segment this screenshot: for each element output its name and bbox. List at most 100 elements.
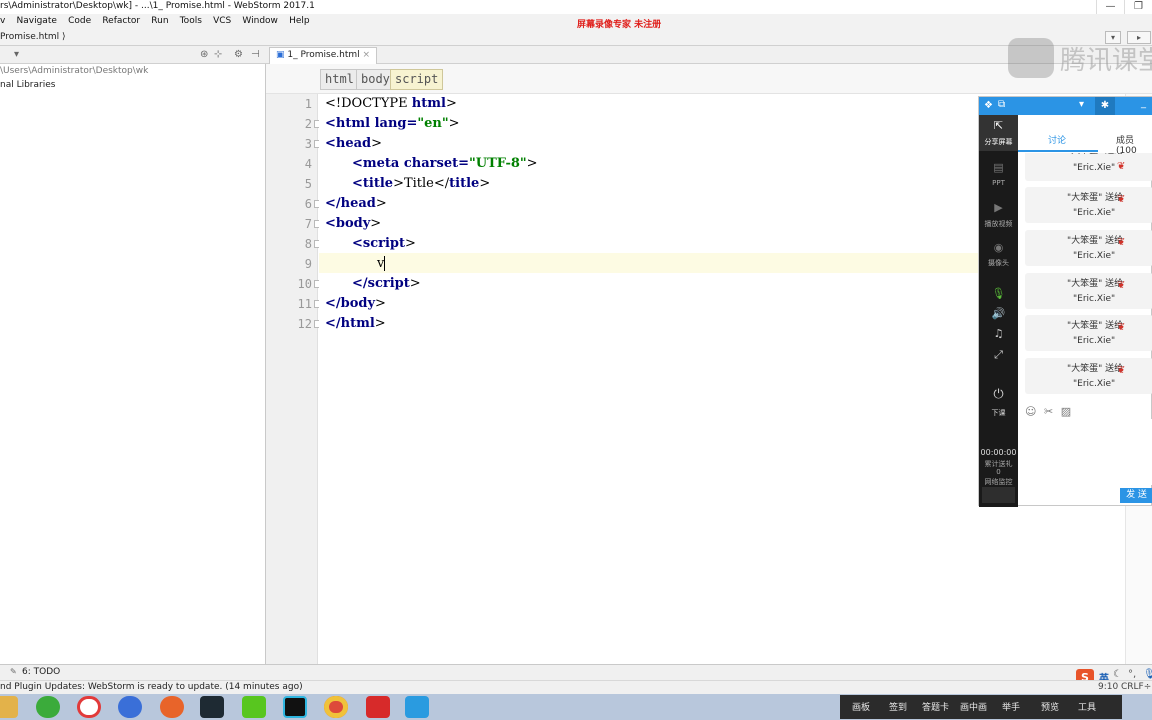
ppt-icon[interactable]: ▤ [979, 161, 1018, 174]
tencent-classroom-icon[interactable] [405, 696, 429, 718]
share-screen-label: 分享屏幕 [984, 138, 1013, 146]
picture-in-picture-button[interactable]: 画中画 [960, 700, 987, 713]
menu-help[interactable]: Help [289, 16, 310, 26]
menu-code[interactable]: Code [68, 16, 91, 26]
project-panel: \Users\Administrator\Desktop\wk nal Libr… [0, 64, 266, 664]
caret-position[interactable]: 9:10 [1098, 682, 1118, 692]
fullscreen-icon[interactable]: ⤢ [979, 348, 1018, 362]
webstorm-icon[interactable] [283, 696, 307, 718]
menu-run[interactable]: Run [151, 16, 168, 26]
rose-icon: ❦ [1117, 194, 1126, 205]
crumb-html[interactable]: html [320, 69, 359, 90]
gear-icon[interactable]: ⚙ [234, 49, 243, 60]
message-sender: "大笨蛋" 送给 [1067, 279, 1124, 289]
hide-panel-icon[interactable]: ⊣ [251, 49, 260, 60]
tab-promise-html[interactable]: ▣ 1_ Promise.html × [269, 47, 378, 64]
title-bar: rs\Administrator\Desktop\wk] - ...\1_ Pr… [0, 0, 1152, 14]
chat-message: "大笨蛋" 送给 "Eric.Xie" ❦ [1025, 273, 1152, 309]
folder-icon[interactable] [0, 696, 18, 718]
tab-close-icon[interactable]: × [363, 50, 371, 60]
rose-icon: ❦ [1117, 280, 1126, 291]
minimize-panel-icon[interactable]: _ [1141, 98, 1146, 109]
message-recipient: "Eric.Xie" [1073, 294, 1116, 304]
network-monitor-label[interactable]: 网络监控 [979, 477, 1018, 487]
scissors-icon[interactable]: ✂ [1044, 405, 1053, 418]
tab-discussion[interactable]: 讨论 [1048, 133, 1066, 146]
code-line-12: </html> [325, 316, 386, 331]
menu-refactor[interactable]: Refactor [102, 16, 140, 26]
active-tab-indicator [1018, 150, 1098, 152]
minimize-button[interactable]: — [1096, 0, 1124, 14]
gift-counter: 累计送礼 0 [984, 460, 1013, 476]
image-icon[interactable]: ▨ [1061, 405, 1071, 418]
tencent-classroom-logo: 腾讯课堂 [1060, 46, 1152, 76]
xmind-icon[interactable] [366, 696, 390, 718]
iqiyi-icon[interactable] [242, 696, 266, 718]
code-line-5: <title>Title</title> [352, 176, 491, 191]
network-graph [982, 487, 1015, 503]
rose-icon: ❦ [1117, 161, 1126, 172]
classroom-panel: ❖ ⧉ ▾ ✱ _ ⇱ 分享屏幕 ▤ PPT ▶ 播放视频 ◉ 摄像头 🎙 🔊 … [978, 96, 1152, 507]
navigation-bar: Promise.html ⟩ ▾ ▸ [0, 30, 1152, 46]
collapse-icon[interactable]: ⊹ [214, 49, 222, 60]
end-class-label[interactable]: 下课 [979, 408, 1018, 418]
menu-vcs[interactable]: VCS [213, 16, 231, 26]
code-line-3: <head> [325, 136, 383, 151]
menu-window[interactable]: Window [242, 16, 278, 26]
speaker-icon[interactable]: 🔊 [979, 307, 1018, 320]
share-screen-button[interactable]: ⇱ 分享屏幕 [979, 115, 1018, 151]
emoji-icon[interactable]: ☺ [1025, 405, 1036, 418]
power-icon[interactable]: ⏻ [979, 387, 1018, 402]
send-button[interactable]: 发 送 [1120, 488, 1152, 503]
camera-icon[interactable]: ◉ [979, 241, 1018, 254]
ime-moon-icon: ☾ [1113, 669, 1122, 680]
status-message[interactable]: nd Plugin Updates: WebStorm is ready to … [0, 682, 303, 692]
terminal-icon[interactable] [200, 696, 224, 718]
message-sender: "大笨蛋" 送给 [1067, 193, 1124, 203]
network-app-icon[interactable] [118, 696, 142, 718]
chat-input[interactable] [1019, 419, 1152, 485]
pin-icon[interactable]: ✱ [1095, 97, 1115, 115]
html-file-icon: ▣ [276, 50, 285, 60]
preview-button[interactable]: 预览 [1041, 700, 1059, 713]
ime-punct-icon: °, [1128, 669, 1137, 680]
line-number: 2 [304, 117, 312, 131]
sync-icon[interactable]: ⊛ [200, 49, 208, 60]
todo-tab[interactable]: 6: TODO [22, 667, 60, 677]
answer-card-button[interactable]: 答题卡 [922, 700, 949, 713]
project-toolbar: ▾ ⊛ ⊹ ⚙ ⊣ [0, 46, 266, 64]
firefox-icon[interactable] [160, 696, 184, 718]
rose-icon: ❦ [1117, 237, 1126, 248]
project-dropdown-icon[interactable]: ▾ [14, 49, 19, 60]
media-player-icon[interactable] [77, 696, 101, 718]
breadcrumb[interactable]: Promise.html ⟩ [0, 32, 66, 42]
mic-icon[interactable]: 🎙 [979, 287, 1018, 300]
chrome-icon[interactable] [324, 696, 348, 718]
popout-icon[interactable]: ⧉ [998, 99, 1005, 110]
menu-tools[interactable]: Tools [180, 16, 202, 26]
camera-label: 摄像头 [988, 259, 1009, 267]
project-root-path[interactable]: \Users\Administrator\Desktop\wk [0, 66, 148, 76]
play-logo-icon [1008, 38, 1054, 78]
raise-hand-button[interactable]: 举手 [1002, 700, 1020, 713]
music-icon[interactable]: ♫ [979, 327, 1018, 340]
text-caret [384, 256, 385, 271]
tools-button[interactable]: 工具 [1078, 700, 1096, 713]
code-line-2: <html lang="en"> [325, 116, 460, 131]
collapse-dropdown-icon[interactable]: ▾ [1079, 99, 1084, 110]
line-separator[interactable]: CRLF÷ [1121, 682, 1151, 692]
external-libraries-item[interactable]: nal Libraries [0, 80, 55, 90]
crumb-script[interactable]: script [390, 69, 444, 90]
menu-navigate[interactable]: Navigate [17, 16, 57, 26]
video-icon[interactable]: ▶ [979, 201, 1018, 214]
sign-in-button[interactable]: 签到 [889, 700, 907, 713]
line-number: 6 [304, 197, 312, 211]
rose-icon: ❦ [1117, 322, 1126, 333]
360-browser-icon[interactable] [36, 696, 60, 718]
menu-view[interactable]: v [0, 16, 5, 26]
whiteboard-button[interactable]: 画板 [852, 700, 870, 713]
classroom-control-bar: 画板 签到 答题卡 画中画 举手 预览 工具 [840, 695, 1122, 719]
maximize-button[interactable]: ❐ [1124, 0, 1152, 14]
message-recipient: "Eric.Xie" [1073, 251, 1116, 261]
tab-members[interactable]: 成员(100 [1116, 133, 1152, 156]
